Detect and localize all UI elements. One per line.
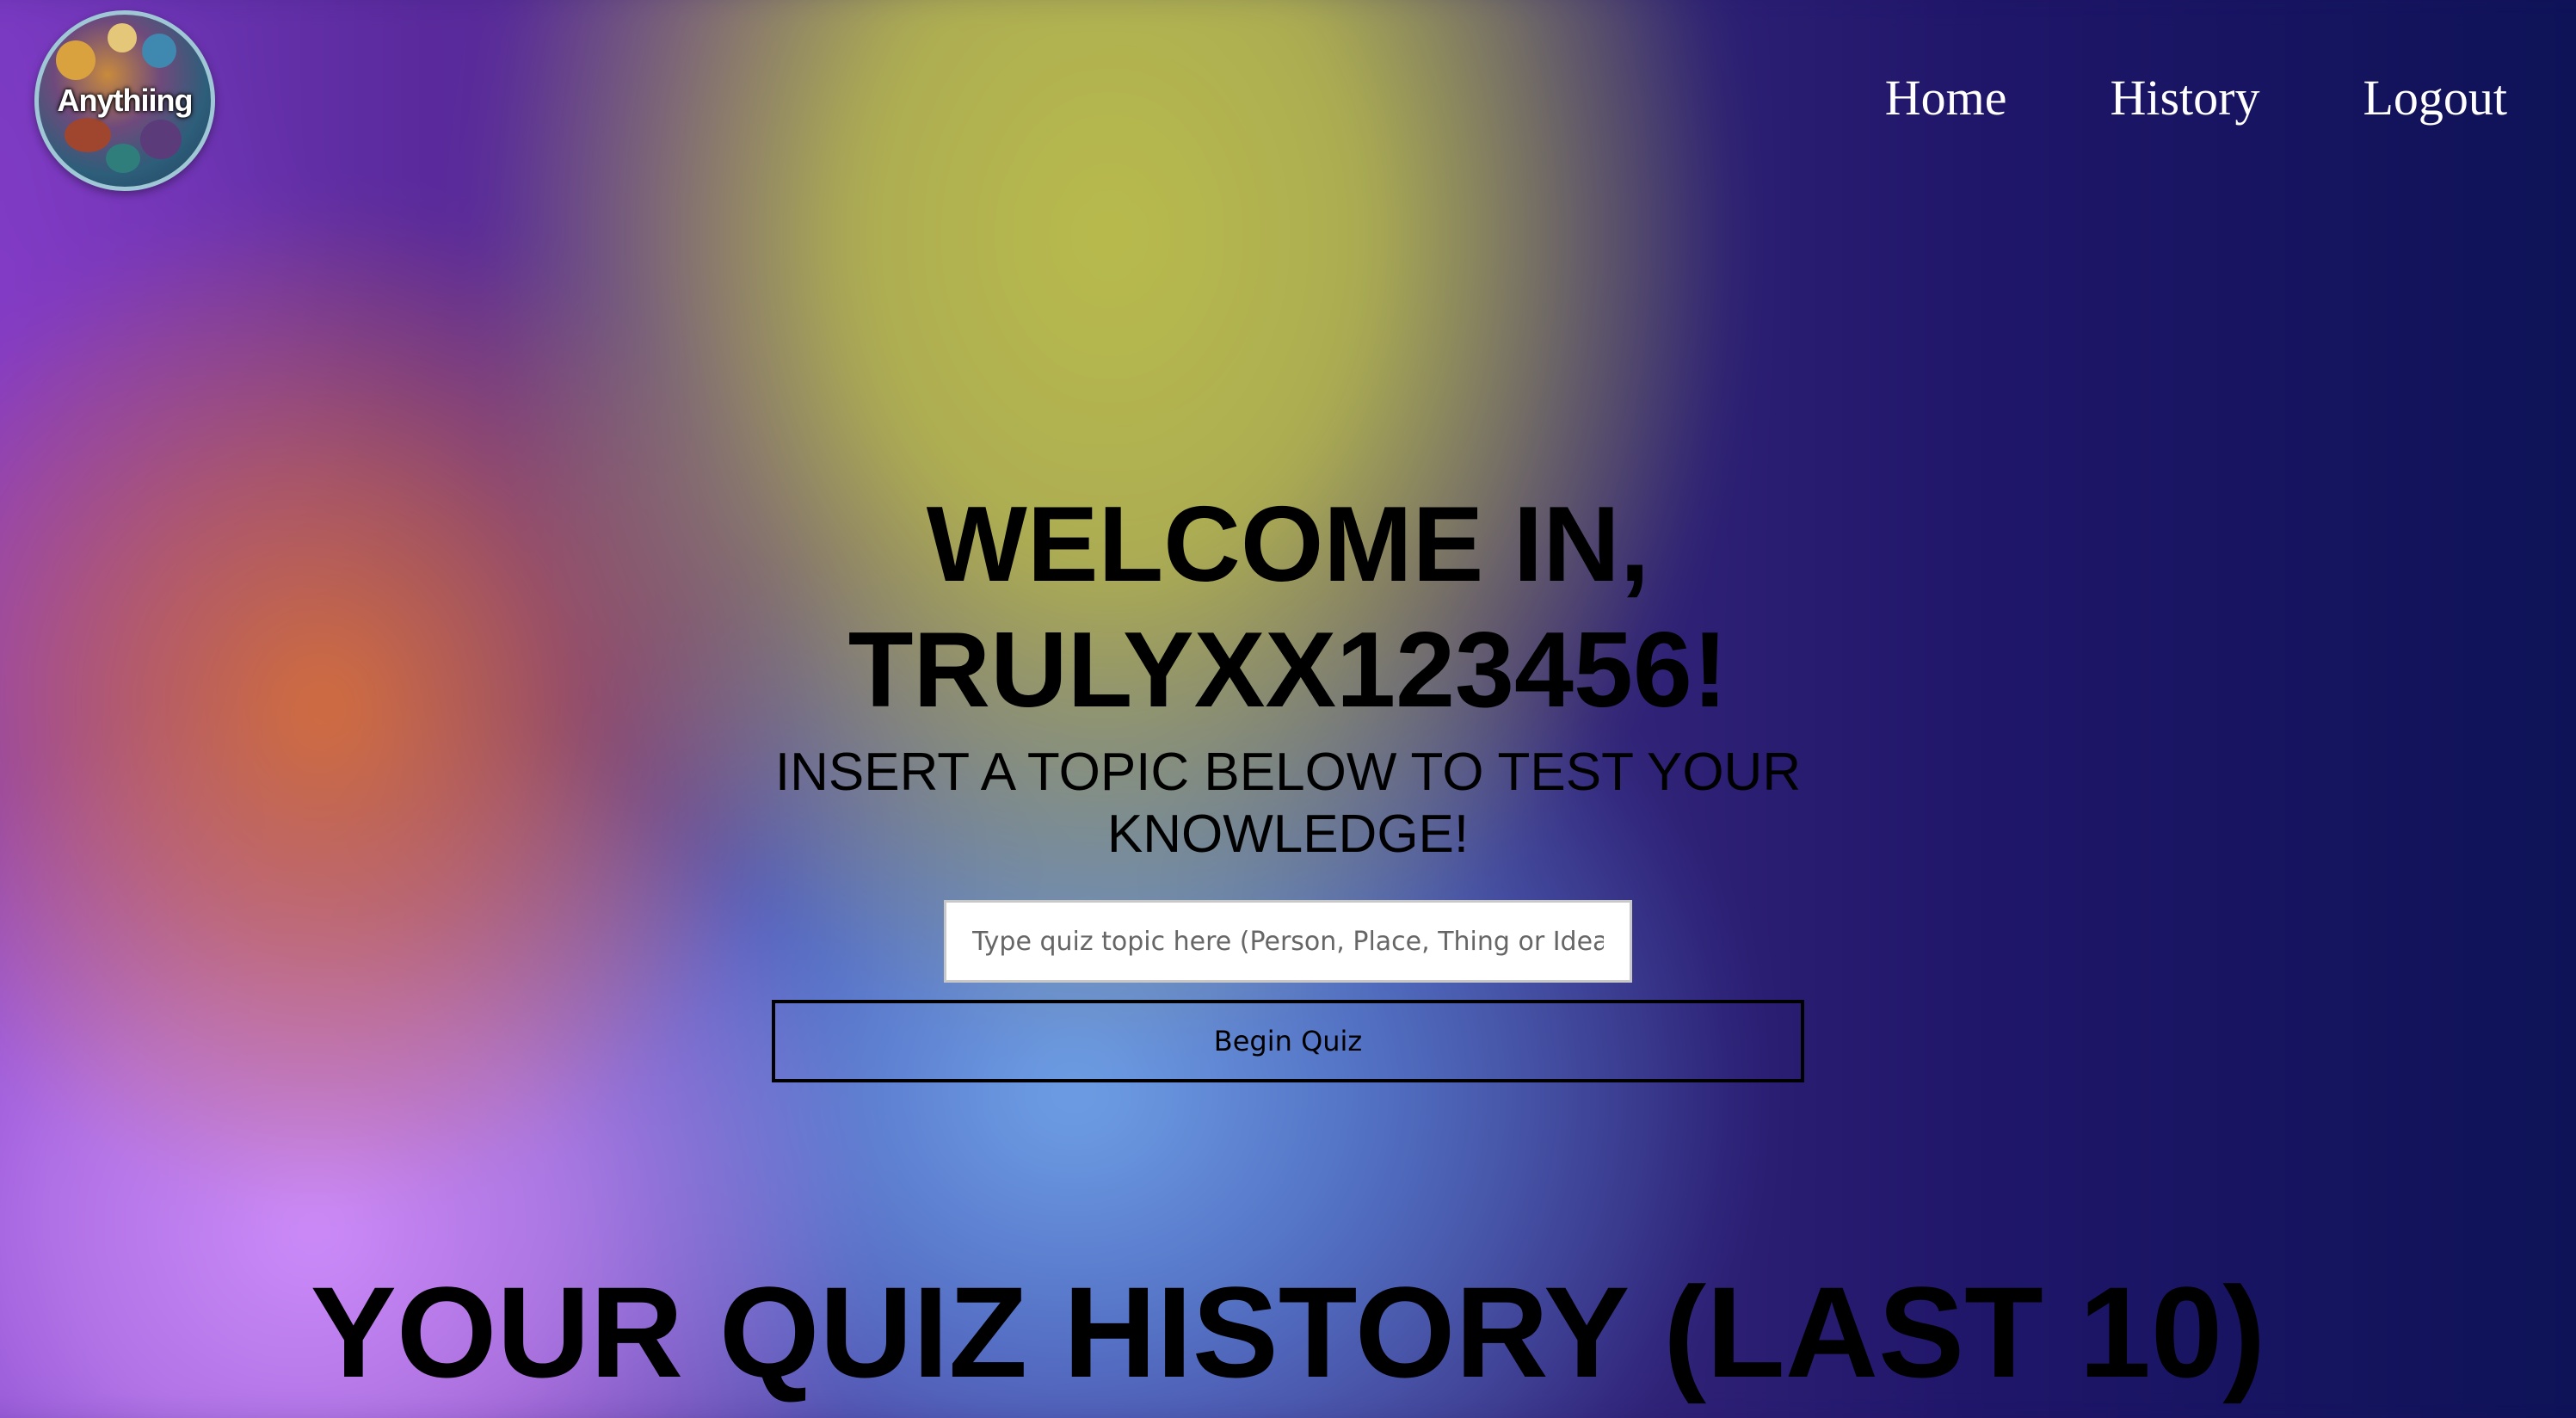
welcome-line-1: WELCOME IN, (926, 485, 1650, 604)
logo-art-shape (108, 23, 137, 52)
app-logo[interactable]: Anythiing (34, 10, 215, 191)
nav-logout-link[interactable]: Logout (2363, 69, 2507, 126)
logo-art-shape (65, 118, 111, 152)
nav-history-link[interactable]: History (2110, 69, 2259, 126)
logo-text: Anythiing (57, 83, 194, 118)
quiz-topic-input[interactable] (944, 900, 1632, 983)
top-nav: Home History Logout (1885, 69, 2507, 126)
nav-home-link[interactable]: Home (1885, 69, 2007, 126)
welcome-username: TRULYXX123456! (847, 611, 1729, 730)
quiz-history-heading: YOUR QUIZ HISTORY (LAST 10) (310, 1260, 2266, 1404)
instruction-text: INSERT A TOPIC BELOW TO TEST YOUR KNOWLE… (774, 743, 1802, 864)
logo-art-shape (142, 34, 176, 68)
begin-quiz-button[interactable]: Begin Quiz (772, 1000, 1804, 1082)
quiz-start-section: WELCOME IN, TRULYXX123456! INSERT A TOPI… (0, 482, 2576, 1082)
welcome-heading: WELCOME IN, TRULYXX123456! (772, 482, 1804, 733)
logo-art-shape (56, 40, 96, 80)
logo-art-shape (106, 144, 140, 173)
logo-art-shape (140, 120, 182, 159)
